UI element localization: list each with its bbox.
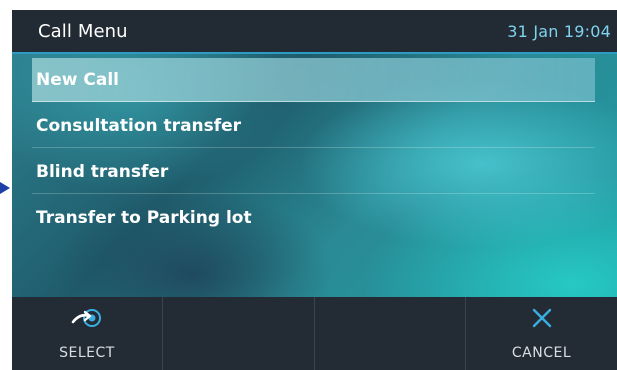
menu-item-label: Transfer to Parking lot [36, 208, 252, 228]
select-arrow-icon [12, 305, 162, 333]
menu-item-label: Consultation transfer [36, 116, 242, 136]
select-label: SELECT [59, 345, 115, 361]
select-button[interactable]: SELECT [12, 297, 163, 370]
phone-screen: Call Menu 31 Jan 19:04 New Call Consulta… [12, 10, 617, 370]
close-icon [466, 305, 617, 333]
menu-item-consultation-transfer[interactable]: Consultation transfer [32, 104, 595, 148]
page-title: Call Menu [38, 21, 128, 42]
date-time: 31 Jan 19:04 [507, 22, 611, 41]
cancel-label: CANCEL [511, 345, 572, 361]
menu-item-transfer-to-parking-lot[interactable]: Transfer to Parking lot [32, 196, 595, 240]
header-bar: Call Menu 31 Jan 19:04 [12, 10, 617, 54]
menu-item-label: Blind transfer [36, 162, 169, 182]
menu-item-new-call[interactable]: New Call [32, 58, 595, 102]
call-menu-list: New Call Consultation transfer Blind tra… [12, 54, 617, 297]
softkey-bar: SELECT CANCEL [12, 297, 617, 370]
softkey-empty-2[interactable] [315, 297, 466, 370]
menu-item-blind-transfer[interactable]: Blind transfer [32, 150, 595, 194]
menu-item-label: New Call [36, 70, 119, 90]
pointer-arrow-icon [0, 182, 10, 194]
softkey-empty-1[interactable] [163, 297, 315, 370]
cancel-button[interactable]: CANCEL [466, 297, 617, 370]
stage: Call Menu 31 Jan 19:04 New Call Consulta… [0, 0, 617, 370]
